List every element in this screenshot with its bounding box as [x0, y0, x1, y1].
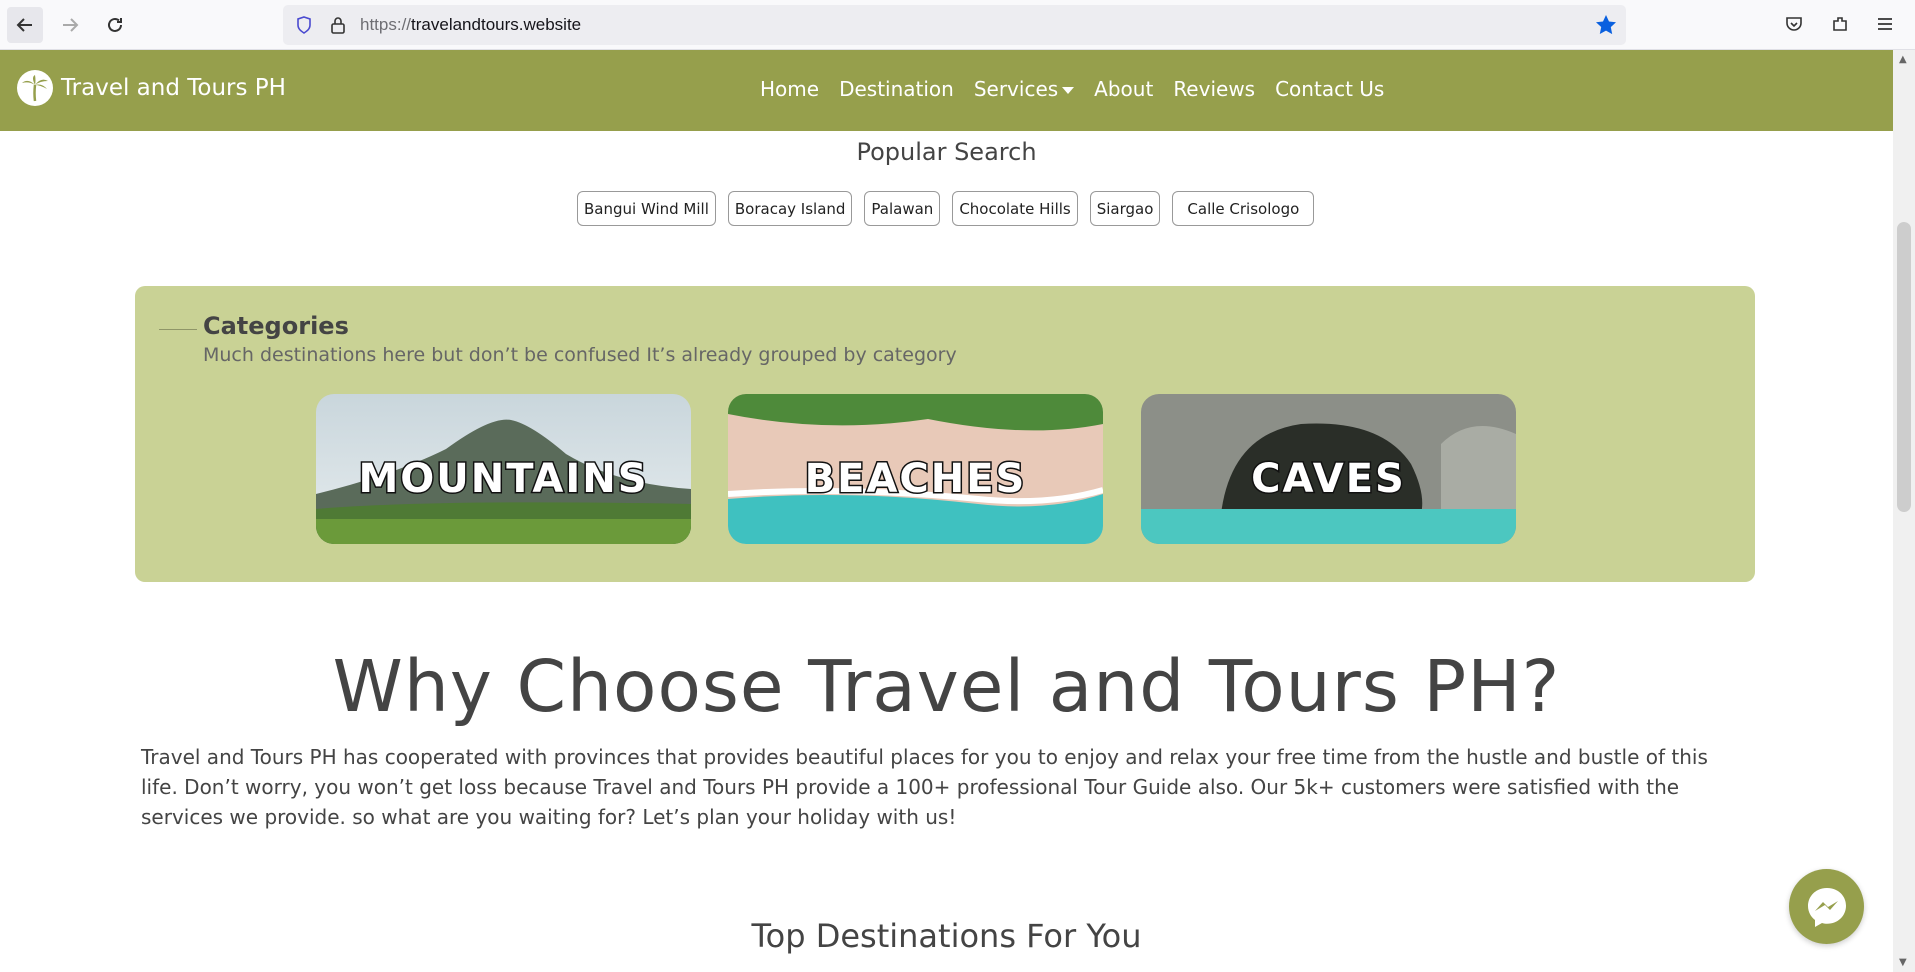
- nav-reviews[interactable]: Reviews: [1173, 77, 1255, 101]
- scroll-up-icon[interactable]: ▲: [1899, 54, 1907, 65]
- nav-services-dropdown[interactable]: Services: [973, 77, 1075, 101]
- messenger-chat-button[interactable]: [1789, 869, 1864, 944]
- caret-down-icon: [1062, 87, 1075, 94]
- brand-link[interactable]: Travel and Tours PH: [17, 70, 286, 106]
- scroll-thumb[interactable]: [1897, 222, 1911, 512]
- brand-name: Travel and Tours PH: [61, 75, 286, 101]
- back-button[interactable]: [7, 7, 43, 43]
- site-navbar: Travel and Tours PH Home Destination Ser…: [0, 50, 1893, 131]
- pocket-icon: [1786, 17, 1802, 31]
- popular-search-title: Popular Search: [856, 138, 1037, 166]
- browser-toolbar: https://travelandtours.website: [0, 0, 1915, 50]
- menu-icon: [1878, 18, 1892, 30]
- top-destinations-title: Top Destinations For You: [751, 917, 1142, 955]
- reload-icon: [108, 17, 122, 32]
- nav-about[interactable]: About: [1094, 77, 1153, 101]
- categories-title: Categories: [203, 312, 349, 340]
- why-choose-title: Why Choose Travel and Tours PH?: [332, 645, 1561, 728]
- url-host: travelandtours.website: [411, 15, 582, 34]
- palm-tree-icon: [17, 70, 53, 106]
- url-scheme: https://: [360, 15, 412, 34]
- category-label-caves: CAVES: [1250, 455, 1406, 504]
- tag-boracay-island[interactable]: Boracay Island: [727, 191, 853, 226]
- page-scrollbar[interactable]: ▲ ▼: [1893, 50, 1915, 972]
- app-menu-button[interactable]: [1873, 12, 1897, 36]
- tag-chocolate-hills[interactable]: Chocolate Hills: [952, 191, 1078, 226]
- main-nav: Home Destination Services About Reviews …: [760, 77, 1384, 101]
- forward-button[interactable]: [52, 7, 88, 43]
- back-icon: [16, 18, 32, 32]
- url-text[interactable]: https://travelandtours.website: [360, 15, 581, 35]
- why-choose-text: Travel and Tours PH has cooperated with …: [141, 745, 1708, 829]
- category-card-mountains[interactable]: MOUNTAINS: [316, 394, 691, 544]
- tag-palawan[interactable]: Palawan: [864, 191, 941, 226]
- category-card-caves[interactable]: CAVES: [1141, 394, 1516, 544]
- reload-button[interactable]: [97, 7, 133, 43]
- nav-destination[interactable]: Destination: [839, 77, 954, 101]
- categories-section: Categories Much destinations here but do…: [135, 286, 1755, 582]
- category-card-beaches[interactable]: BEACHES: [728, 394, 1103, 544]
- address-bar[interactable]: https://travelandtours.website: [283, 5, 1626, 45]
- pocket-button[interactable]: [1782, 12, 1806, 36]
- extensions-button[interactable]: [1828, 12, 1852, 36]
- tag-siargao[interactable]: Siargao: [1089, 191, 1161, 226]
- categories-subtitle: Much destinations here but don’t be conf…: [203, 344, 957, 366]
- messenger-icon: [1807, 887, 1846, 927]
- extensions-icon: [1833, 17, 1847, 31]
- star-icon[interactable]: [1594, 13, 1618, 37]
- nav-home[interactable]: Home: [760, 77, 819, 101]
- category-label-beaches: BEACHES: [803, 455, 1027, 504]
- categories-divider: [159, 329, 197, 330]
- nav-services-label: Services: [973, 77, 1059, 101]
- category-label-mountains: MOUNTAINS: [357, 455, 649, 504]
- popular-search-tags: Bangui Wind Mill Boracay Island Palawan …: [577, 191, 1315, 226]
- scroll-down-icon[interactable]: ▼: [1899, 957, 1907, 968]
- nav-contact[interactable]: Contact Us: [1275, 77, 1384, 101]
- tag-calle-crisologo[interactable]: Calle Crisologo: [1172, 191, 1315, 226]
- tag-bangui-wind-mill[interactable]: Bangui Wind Mill: [577, 191, 716, 226]
- shield-icon[interactable]: [294, 15, 314, 35]
- lock-icon[interactable]: [328, 15, 348, 35]
- forward-icon: [63, 18, 79, 32]
